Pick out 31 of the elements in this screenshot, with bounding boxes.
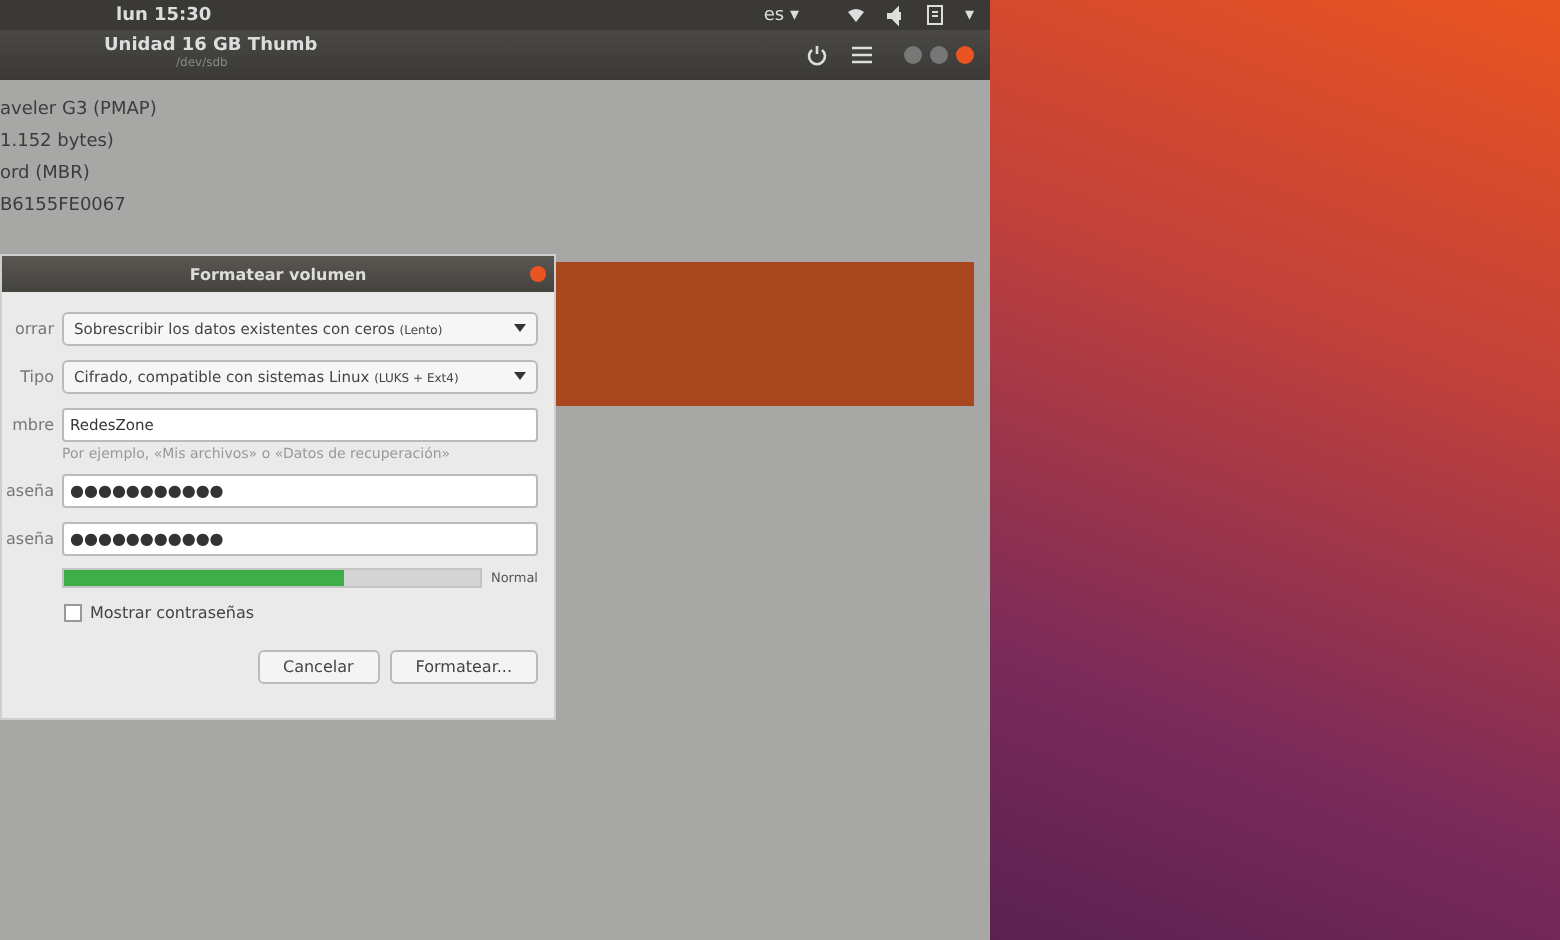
dialog-button[interactable]: Cancelar xyxy=(257,650,380,684)
clock: lun 15:30 xyxy=(116,5,214,25)
clipboard-icon[interactable] xyxy=(926,4,945,26)
password-field[interactable]: ●●●●●●●●●●● xyxy=(62,521,538,555)
field-label: orrar xyxy=(12,319,54,337)
field-label: aseña xyxy=(4,481,54,499)
wifi-icon[interactable] xyxy=(846,5,867,25)
caret-icon xyxy=(514,372,526,380)
field-label: aseña xyxy=(4,529,54,547)
checkbox-label: Mostrar contraseñas xyxy=(90,603,255,621)
caret-icon xyxy=(514,324,526,332)
minimize-button[interactable] xyxy=(904,46,922,64)
detail-text: ord (MBR) xyxy=(0,164,92,184)
speaker-icon[interactable] xyxy=(886,5,907,25)
checkbox[interactable] xyxy=(64,603,82,621)
menu-icon[interactable] xyxy=(852,46,872,64)
window-title: Unidad 16 GB Thumb xyxy=(104,38,320,57)
maximize-button[interactable] xyxy=(930,46,948,64)
password-field[interactable]: ●●●●●●●●●●● xyxy=(62,473,538,507)
detail-text: aveler G3 (PMAP) xyxy=(0,100,159,120)
language-menu[interactable]: es ▾ xyxy=(763,5,799,25)
detail-text: B6155FE0067 xyxy=(0,196,128,216)
power-icon[interactable] xyxy=(806,44,828,66)
dialog-button[interactable]: Formatear... xyxy=(389,650,538,684)
close-button[interactable] xyxy=(956,46,974,64)
detail-text: 1.152 bytes) xyxy=(0,132,116,152)
field-label: mbre xyxy=(10,415,54,433)
field-label: Tipo xyxy=(18,367,54,385)
close-button[interactable] xyxy=(530,266,546,282)
dialog-title: Formatear volumen xyxy=(189,265,367,283)
system-menu-caret[interactable]: ▾ xyxy=(964,5,974,25)
